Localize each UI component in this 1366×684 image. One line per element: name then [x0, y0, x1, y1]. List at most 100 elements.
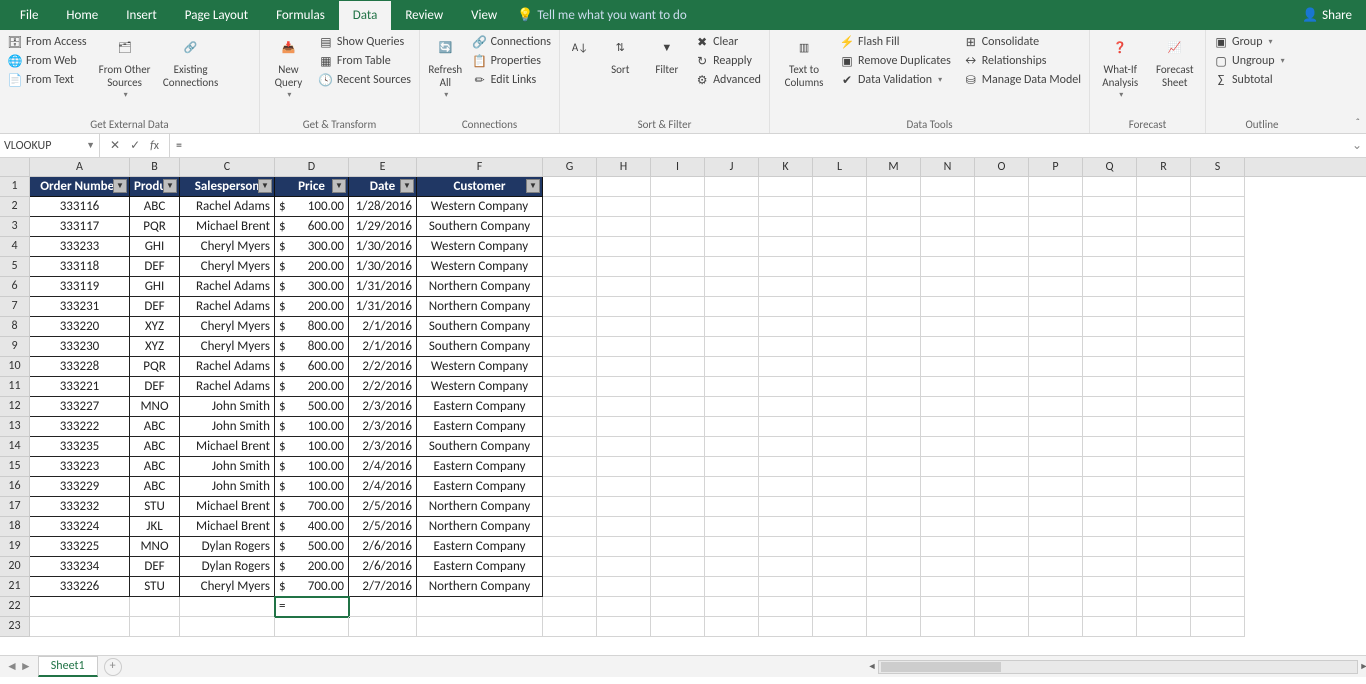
table-header[interactable]: Order Number▼	[30, 177, 130, 197]
cell[interactable]	[597, 217, 651, 237]
cell[interactable]	[1029, 337, 1083, 357]
advanced-button[interactable]: ⚙Advanced	[693, 72, 763, 88]
cell-customer[interactable]: Eastern Company	[417, 537, 543, 557]
cell-salesperson[interactable]: Dylan Rogers	[180, 537, 275, 557]
cell-order-number[interactable]: 333224	[30, 517, 130, 537]
recent-sources-button[interactable]: 🕓Recent Sources	[317, 72, 413, 88]
new-query-button[interactable]: 📥New Query	[266, 34, 311, 100]
cell[interactable]	[1191, 457, 1245, 477]
col-header-N[interactable]: N	[921, 158, 975, 176]
cell[interactable]	[1083, 297, 1137, 317]
cell-product[interactable]: MNO	[130, 537, 180, 557]
show-queries-button[interactable]: ▤Show Queries	[317, 34, 413, 50]
cell[interactable]	[30, 597, 130, 617]
cell-salesperson[interactable]: John Smith	[180, 397, 275, 417]
consolidate-button[interactable]: ⊞Consolidate	[962, 34, 1083, 50]
row-header[interactable]: 6	[0, 277, 30, 297]
cell[interactable]	[651, 297, 705, 317]
cell-price[interactable]: $800.00	[275, 337, 349, 357]
cell-date[interactable]: 2/5/2016	[349, 497, 417, 517]
cell[interactable]	[705, 377, 759, 397]
col-header-M[interactable]: M	[867, 158, 921, 176]
cell[interactable]	[1083, 197, 1137, 217]
from-access-button[interactable]: 🗄From Access	[6, 34, 89, 50]
existing-connections-button[interactable]: 🔗Existing Connections	[161, 34, 221, 89]
cell[interactable]	[921, 217, 975, 237]
row-header[interactable]: 3	[0, 217, 30, 237]
cell-price[interactable]: $200.00	[275, 557, 349, 577]
from-other-sources-button[interactable]: 🗂From Other Sources	[95, 34, 155, 100]
cell[interactable]	[1191, 397, 1245, 417]
cell[interactable]	[597, 337, 651, 357]
cell[interactable]	[651, 317, 705, 337]
cell[interactable]	[1029, 377, 1083, 397]
cell-price[interactable]: $100.00	[275, 457, 349, 477]
cell-product[interactable]: ABC	[130, 197, 180, 217]
cell[interactable]	[180, 617, 275, 637]
cell[interactable]	[543, 337, 597, 357]
cell[interactable]	[921, 457, 975, 477]
cell-product[interactable]: DEF	[130, 377, 180, 397]
cell-customer[interactable]: Southern Company	[417, 337, 543, 357]
cell-order-number[interactable]: 333227	[30, 397, 130, 417]
cell[interactable]	[813, 297, 867, 317]
cell[interactable]	[651, 197, 705, 217]
col-header-K[interactable]: K	[759, 158, 813, 176]
cell[interactable]	[705, 457, 759, 477]
cell[interactable]	[759, 297, 813, 317]
cell[interactable]	[597, 317, 651, 337]
remove-duplicates-button[interactable]: ▣Remove Duplicates	[838, 53, 956, 69]
cell-product[interactable]: MNO	[130, 397, 180, 417]
cell[interactable]	[921, 617, 975, 637]
cell-date[interactable]: 2/7/2016	[349, 577, 417, 597]
row-header[interactable]: 11	[0, 377, 30, 397]
cell-date[interactable]: 2/5/2016	[349, 517, 417, 537]
cell[interactable]	[705, 617, 759, 637]
cell-salesperson[interactable]: Michael Brent	[180, 517, 275, 537]
cell[interactable]	[1083, 617, 1137, 637]
cell[interactable]	[759, 237, 813, 257]
cell[interactable]	[975, 497, 1029, 517]
cell[interactable]	[705, 397, 759, 417]
col-header-R[interactable]: R	[1137, 158, 1191, 176]
cell[interactable]	[759, 517, 813, 537]
data-validation-button[interactable]: ✔Data Validation	[838, 72, 956, 88]
cell[interactable]	[651, 257, 705, 277]
name-box[interactable]: VLOOKUP ▼	[0, 134, 100, 157]
col-header-D[interactable]: D	[275, 158, 349, 176]
manage-data-model-button[interactable]: ⛁Manage Data Model	[962, 72, 1083, 88]
cell[interactable]	[867, 517, 921, 537]
cell[interactable]	[759, 577, 813, 597]
cell[interactable]	[597, 197, 651, 217]
scroll-left-button[interactable]: ◄	[865, 661, 879, 673]
spreadsheet-grid[interactable]: ABCDEFGHIJKLMNOPQRS 1Order Number▼Produc…	[0, 158, 1366, 655]
cell[interactable]	[1083, 357, 1137, 377]
clear-button[interactable]: ✖Clear	[693, 34, 763, 50]
cell[interactable]	[975, 297, 1029, 317]
fx-icon[interactable]: fx	[150, 139, 159, 153]
cell-salesperson[interactable]: Cheryl Myers	[180, 237, 275, 257]
col-header-E[interactable]: E	[349, 158, 417, 176]
cell[interactable]	[867, 337, 921, 357]
cell[interactable]	[759, 177, 813, 197]
cell-salesperson[interactable]: Rachel Adams	[180, 277, 275, 297]
cell[interactable]	[813, 257, 867, 277]
edit-links-button[interactable]: ✏Edit Links	[471, 72, 553, 88]
cell[interactable]	[759, 557, 813, 577]
cell[interactable]	[1029, 317, 1083, 337]
cell[interactable]	[921, 317, 975, 337]
cell[interactable]	[867, 257, 921, 277]
filter-dropdown-icon[interactable]: ▼	[332, 179, 346, 193]
table-header[interactable]: Customer▼	[417, 177, 543, 197]
tab-nav-prev[interactable]: ◄	[6, 659, 18, 674]
cell[interactable]	[1137, 217, 1191, 237]
cell[interactable]	[1137, 557, 1191, 577]
cell[interactable]	[1083, 517, 1137, 537]
cell[interactable]	[975, 397, 1029, 417]
cell[interactable]	[813, 457, 867, 477]
cell[interactable]	[813, 377, 867, 397]
cell[interactable]	[813, 217, 867, 237]
cell-order-number[interactable]: 333220	[30, 317, 130, 337]
cell[interactable]	[1137, 177, 1191, 197]
cell[interactable]	[130, 597, 180, 617]
